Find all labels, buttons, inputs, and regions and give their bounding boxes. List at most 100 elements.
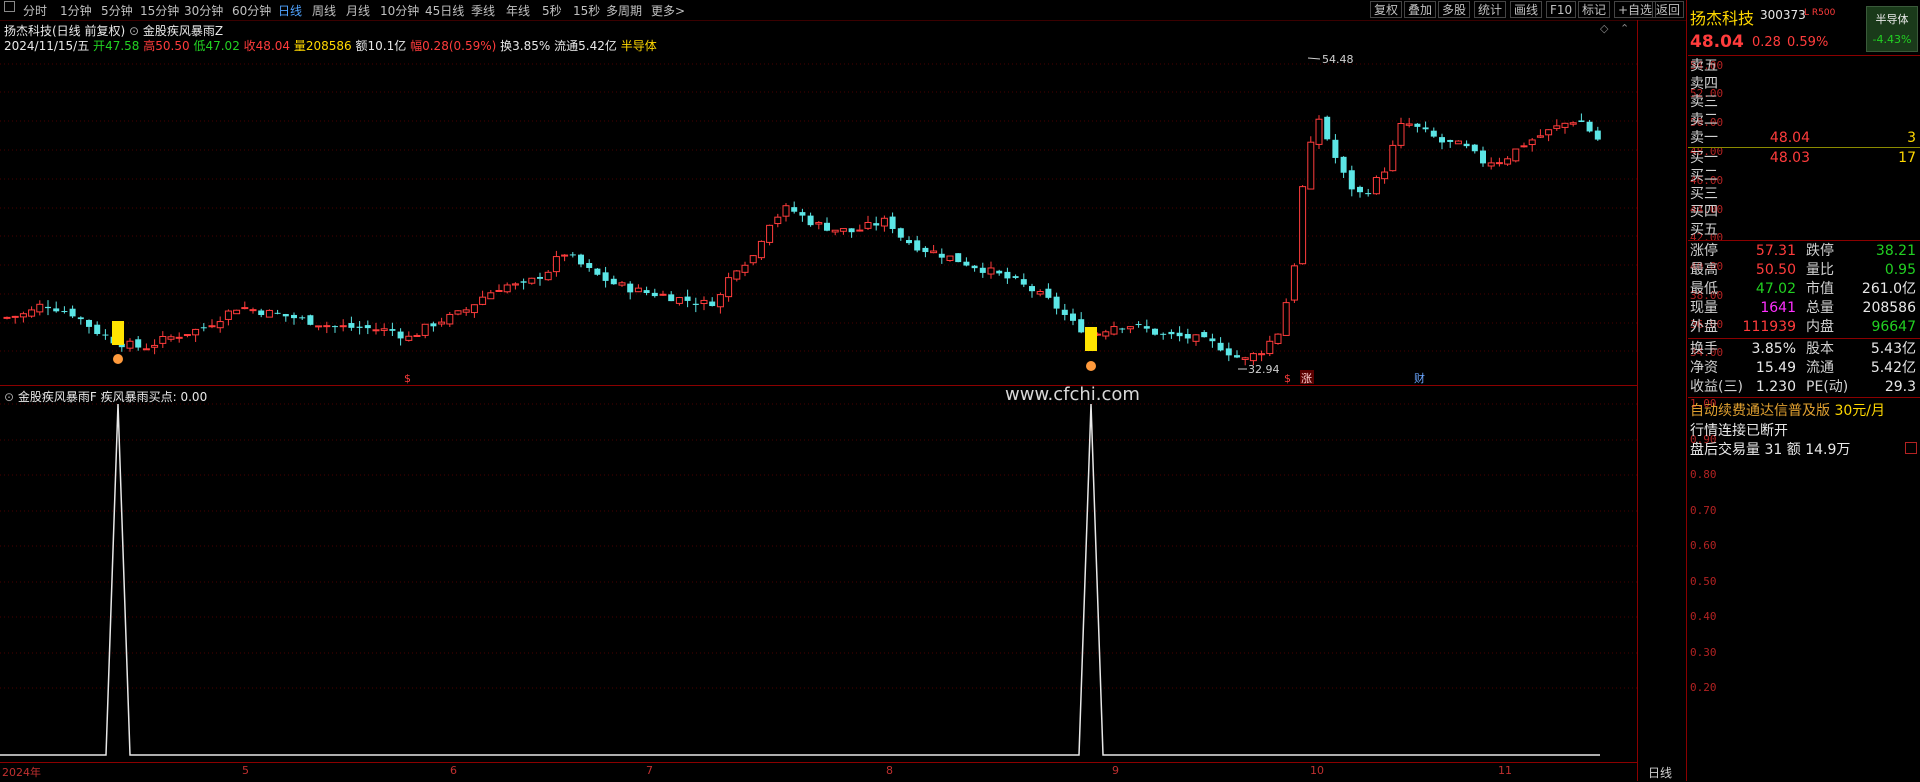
period-tab-monthly[interactable]: 月线: [346, 2, 370, 19]
candle-body: [1152, 328, 1158, 335]
sector-box[interactable]: 半导体 -4.43%: [1866, 6, 1918, 52]
buy-signal-chart[interactable]: [0, 386, 1638, 758]
candle-body: [192, 328, 200, 336]
price-change-pct: 0.59%: [1787, 35, 1829, 50]
mark-button[interactable]: 标记: [1578, 1, 1611, 18]
candle-body: [167, 336, 175, 340]
ask-row[interactable]: 卖三: [1690, 93, 1918, 111]
dividend-tag[interactable]: $: [1284, 372, 1291, 385]
y-tick: 0.80: [1690, 468, 1717, 481]
candle-body: [274, 312, 281, 314]
period-tab-10min[interactable]: 10分钟: [380, 2, 419, 19]
period-tab-quarterly[interactable]: 季线: [471, 2, 495, 19]
candle-body: [1480, 150, 1486, 164]
period-tab-15sec[interactable]: 15秒: [573, 2, 600, 19]
y-tick: 0.30: [1690, 646, 1717, 659]
period-tab-15min[interactable]: 15分钟: [140, 2, 179, 19]
candlestick-chart[interactable]: 54.48 32.94 $ $ 涨 财: [0, 20, 1638, 385]
candle-body: [1184, 334, 1191, 339]
candle-body: [1495, 162, 1503, 165]
multi-stock-button[interactable]: 多股: [1438, 1, 1471, 18]
period-tab-1min[interactable]: 1分钟: [60, 2, 92, 19]
bid-row[interactable]: 买二: [1690, 167, 1918, 185]
y-tick: 0.60: [1690, 539, 1717, 552]
back-button[interactable]: 返回: [1652, 1, 1685, 18]
overlay-button[interactable]: 叠加: [1404, 1, 1437, 18]
candle-body: [889, 216, 896, 229]
after-hours-label: 盘后交易量: [1690, 442, 1760, 458]
candle-body: [1594, 130, 1601, 140]
promo-text[interactable]: 自动续费通达信普及版: [1690, 403, 1830, 419]
candle-body: [938, 253, 945, 258]
promo-line[interactable]: 自动续费通达信普及版 30元/月: [1690, 400, 1885, 420]
candle-body: [86, 319, 92, 327]
finance-tag[interactable]: 财: [1414, 371, 1425, 385]
signal-bar-1: [112, 321, 124, 345]
candle-body: [906, 240, 912, 244]
period-tab-multi[interactable]: 多周期: [606, 2, 642, 19]
candle-body: [1036, 291, 1044, 295]
candle-body: [405, 335, 413, 341]
candle-body: [446, 313, 454, 325]
candle-body: [126, 340, 134, 349]
candle-body: [307, 315, 314, 325]
bid-row[interactable]: 买五: [1690, 221, 1918, 239]
f10-button[interactable]: F10: [1546, 1, 1577, 18]
promo-price[interactable]: 30元/月: [1834, 403, 1885, 419]
ask-row[interactable]: 卖四: [1690, 75, 1918, 93]
candle-body: [569, 254, 576, 256]
candle-body: [332, 326, 338, 328]
period-tab-weekly[interactable]: 周线: [312, 2, 336, 19]
bid-row[interactable]: 买一 48.03 17: [1690, 149, 1918, 167]
candle-body: [627, 283, 634, 293]
y-tick: 0.50: [1690, 575, 1717, 588]
candle-body: [77, 317, 84, 320]
candle-body: [3, 316, 11, 319]
adjust-button[interactable]: 复权: [1370, 1, 1403, 18]
period-tab-daily[interactable]: 日线: [278, 2, 302, 19]
candle-body: [1012, 276, 1019, 278]
bid-row[interactable]: 买四: [1690, 203, 1918, 221]
period-tab-30min[interactable]: 30分钟: [184, 2, 223, 19]
period-tab-yearly[interactable]: 年线: [506, 2, 530, 19]
candle-body: [1536, 135, 1544, 138]
candle-body: [922, 247, 929, 253]
period-tab-timeshare[interactable]: 分时: [23, 2, 47, 19]
ask-row[interactable]: 卖二: [1690, 111, 1918, 129]
candle-body: [684, 296, 691, 301]
candle-body: [1578, 120, 1585, 122]
period-tab-more[interactable]: 更多>: [651, 2, 685, 19]
candle-body: [372, 329, 380, 332]
menu-icon[interactable]: [4, 1, 15, 12]
ask-row[interactable]: 卖五: [1690, 57, 1918, 75]
candle-body: [1332, 139, 1339, 158]
limit-up-tag[interactable]: 涨: [1301, 372, 1312, 385]
add-favorite-button[interactable]: +自选: [1614, 1, 1657, 18]
period-tab-5min[interactable]: 5分钟: [101, 2, 133, 19]
candle-body: [1102, 331, 1110, 337]
dividend-tag[interactable]: $: [404, 372, 411, 385]
expand-icon[interactable]: [1905, 442, 1917, 454]
period-toolbar: 分时 1分钟 5分钟 15分钟 30分钟 60分钟 日线 周线 月线 10分钟 …: [0, 0, 1686, 21]
candle-body: [1365, 193, 1372, 195]
candle-body: [757, 240, 765, 259]
ask-row[interactable]: 卖一 48.04 3: [1690, 129, 1918, 147]
candle-body: [258, 310, 265, 316]
candle-body: [880, 217, 888, 227]
candle-body: [1126, 326, 1134, 330]
candle-body: [873, 223, 880, 226]
period-tab-5sec[interactable]: 5秒: [542, 2, 562, 19]
period-indicator[interactable]: 日线: [1648, 764, 1672, 781]
candle-body: [348, 323, 355, 328]
period-tab-45day[interactable]: 45日线: [425, 2, 464, 19]
period-tab-60min[interactable]: 60分钟: [232, 2, 271, 19]
bid-row[interactable]: 买三: [1690, 185, 1918, 203]
candle-body: [265, 309, 273, 318]
candle-body: [528, 277, 536, 284]
draw-line-button[interactable]: 画线: [1510, 1, 1543, 18]
statistics-button[interactable]: 统计: [1474, 1, 1507, 18]
candle-body: [1504, 158, 1512, 165]
price-change: 0.28: [1752, 35, 1781, 50]
high-marker: 54.48: [1322, 53, 1354, 66]
candle-body: [183, 334, 191, 337]
